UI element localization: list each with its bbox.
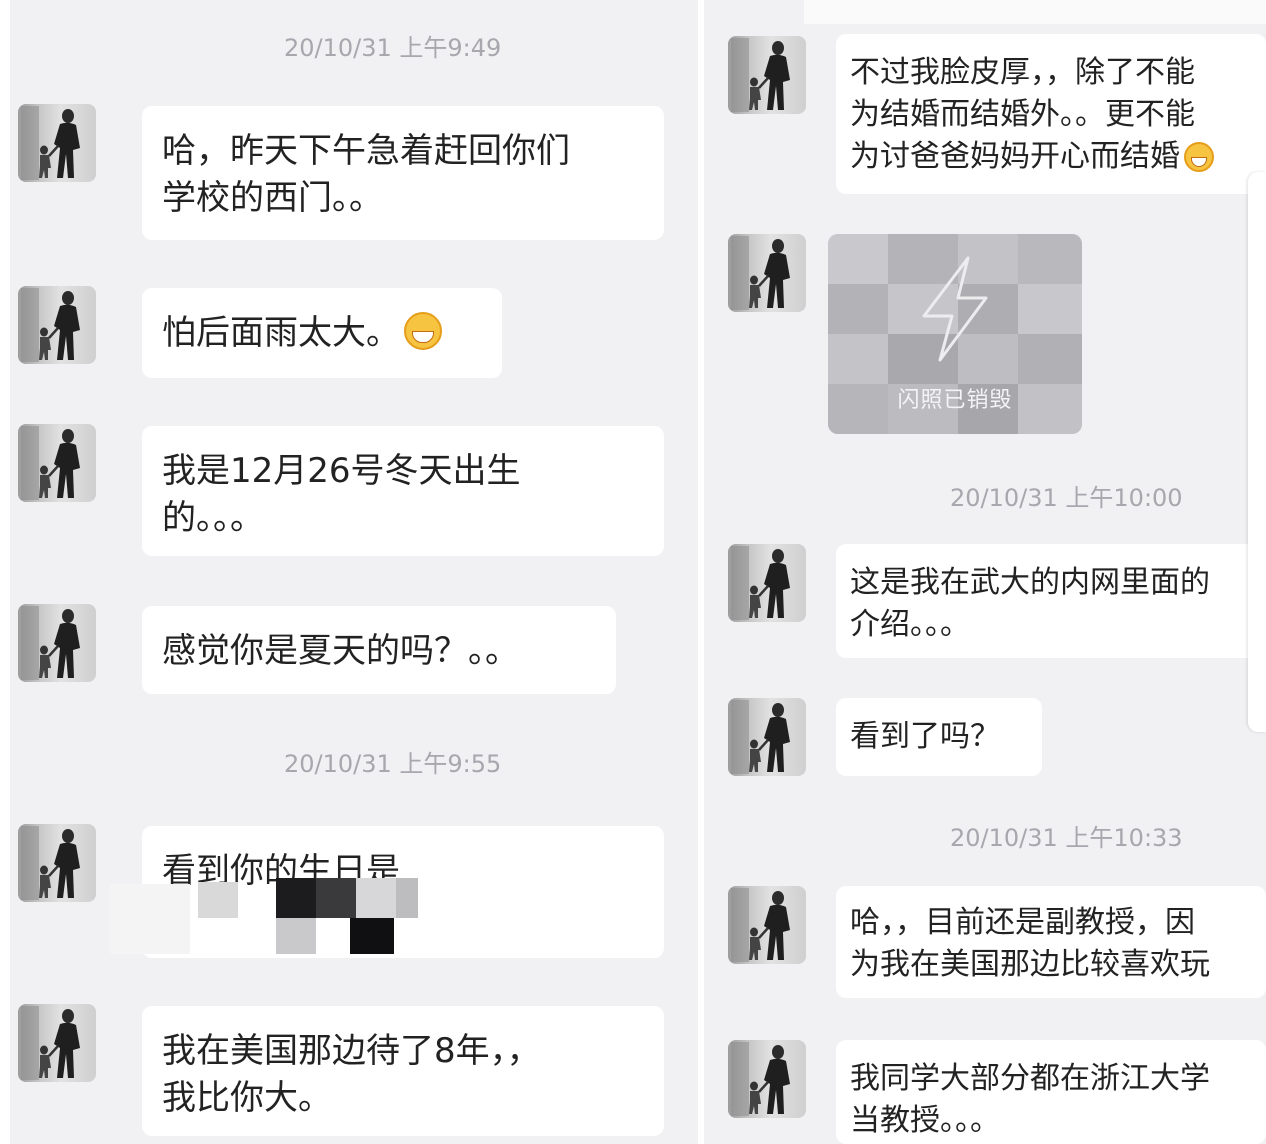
grinning-face-emoji — [1184, 142, 1214, 172]
message-text-line: 怕后面雨太大。 — [162, 313, 400, 353]
message-text-line: 看到了吗？ — [850, 719, 1000, 754]
message-timestamp: 20/10/31 上午10:33 — [950, 824, 1183, 852]
message-text-line: 哈，昨天下午急着赶回你们 — [162, 131, 570, 171]
message-timestamp: 20/10/31 上午10:00 — [950, 484, 1183, 512]
message-text-line: 学校的西门。。 — [162, 178, 383, 218]
contact-avatar[interactable] — [728, 234, 806, 312]
message-bubble[interactable]: 看到了吗？ — [836, 698, 1042, 776]
message-text-line: 我同学大部分都在浙江大学 — [850, 1061, 1210, 1096]
previous-bubble-edge — [804, 0, 1266, 24]
message-text-line: 我在美国那边待了8年，， — [162, 1031, 541, 1071]
message-text-line: 当教授。。。 — [850, 1103, 1000, 1138]
message-text-line: 不过我脸皮厚，，除了不能 — [850, 55, 1195, 90]
message-bubble[interactable]: 哈，昨天下午急着赶回你们 学校的西门。。 — [142, 106, 664, 240]
destroyed-flash-photo[interactable]: 闪照已销毁 — [828, 234, 1082, 434]
message-bubble[interactable]: 我在美国那边待了8年，， 我比你大。 — [142, 1006, 664, 1136]
message-bubble[interactable]: 我同学大部分都在浙江大学 当教授。。。 — [836, 1040, 1266, 1144]
message-bubble[interactable]: 不过我脸皮厚，，除了不能 为结婚而结婚外。。更不能 为讨爸爸妈妈开心而结婚 — [836, 34, 1266, 194]
contact-avatar[interactable] — [728, 698, 806, 776]
contact-avatar[interactable] — [728, 886, 806, 964]
message-text-line: 这是我在武大的内网里面的 — [850, 565, 1210, 600]
message-text-line: 的。。。 — [162, 498, 264, 538]
message-text-line: 感觉你是夏天的吗？。。 — [162, 631, 519, 671]
message-text-line: 我比你大。 — [162, 1078, 332, 1118]
contact-avatar[interactable] — [18, 824, 96, 902]
contact-avatar[interactable] — [18, 286, 96, 364]
grinning-face-emoji — [404, 312, 442, 350]
message-timestamp: 20/10/31 上午9:49 — [284, 34, 502, 62]
message-text-line: 我是12月26号冬天出生 — [162, 451, 521, 491]
contact-avatar[interactable] — [728, 36, 806, 114]
lightning-bolt-icon — [922, 256, 988, 362]
chat-panel-right: 不过我脸皮厚，，除了不能 为结婚而结婚外。。更不能 为讨爸爸妈妈开心而结婚 闪照… — [704, 0, 1266, 1144]
chat-panel-left: 20/10/31 上午9:49 哈，昨天下午急着赶回你们 学校的西门。。 怕后面… — [10, 0, 698, 1144]
message-text-line: 为讨爸爸妈妈开心而结婚 — [850, 139, 1180, 174]
contact-avatar[interactable] — [728, 1040, 806, 1118]
message-timestamp: 20/10/31 上午9:55 — [284, 750, 502, 778]
contact-avatar[interactable] — [18, 604, 96, 682]
message-bubble[interactable]: 这是我在武大的内网里面的 介绍。。。 — [836, 544, 1266, 658]
contact-avatar[interactable] — [728, 544, 806, 622]
redacted-birthday-mosaic — [110, 860, 440, 960]
contact-avatar[interactable] — [18, 424, 96, 502]
message-bubble[interactable]: 感觉你是夏天的吗？。。 — [142, 606, 616, 694]
message-bubble[interactable]: 我是12月26号冬天出生 的。。。 — [142, 426, 664, 556]
contact-avatar[interactable] — [18, 104, 96, 182]
message-text-line: 哈，，目前还是副教授，因 — [850, 905, 1195, 940]
message-text-line: 为结婚而结婚外。。更不能 — [850, 97, 1195, 132]
contact-avatar[interactable] — [18, 1004, 96, 1082]
message-bubble[interactable]: 哈，，目前还是副教授，因 为我在美国那边比较喜欢玩 — [836, 886, 1266, 998]
side-panel-edge[interactable] — [1248, 172, 1266, 732]
message-bubble[interactable]: 怕后面雨太大。 — [142, 288, 502, 378]
message-text-line: 介绍。。。 — [850, 607, 970, 642]
message-text-line: 为我在美国那边比较喜欢玩 — [850, 947, 1210, 982]
flash-photo-destroyed-label: 闪照已销毁 — [897, 388, 1013, 413]
